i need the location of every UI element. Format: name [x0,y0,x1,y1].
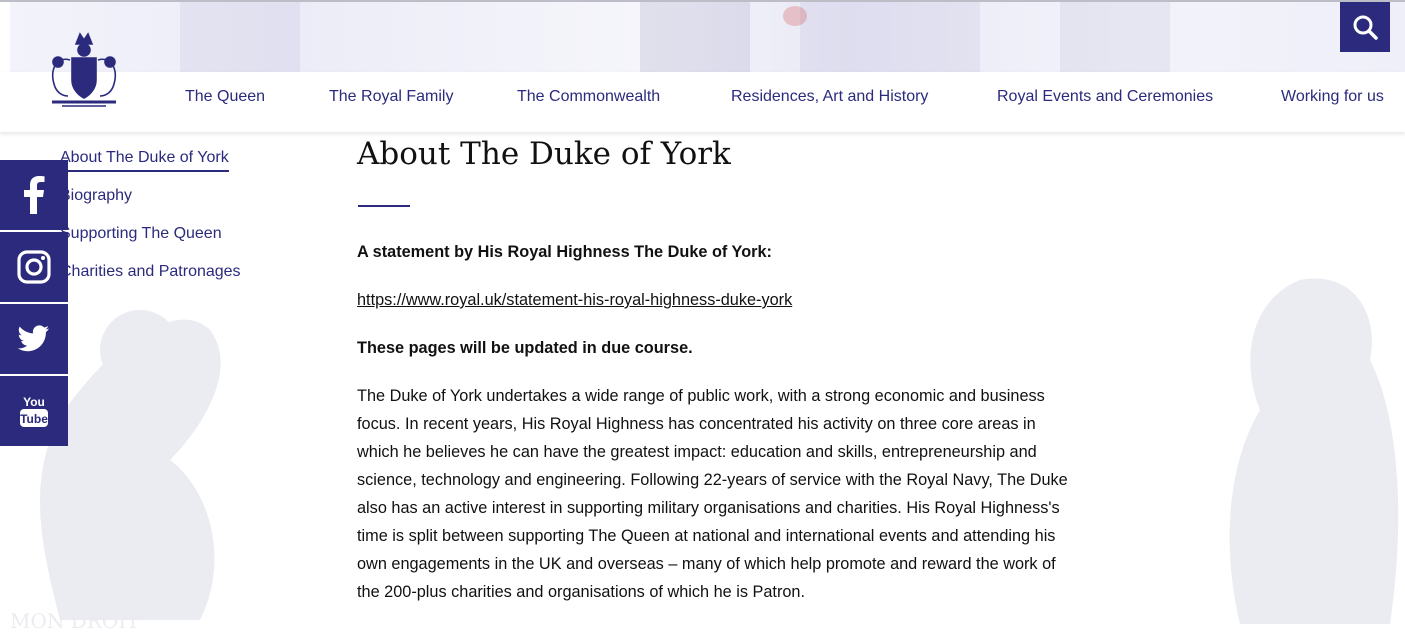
instagram-icon [17,250,51,284]
youtube-button[interactable]: You Tube [0,376,68,446]
left-motto-text: MON DROIT [10,609,140,633]
sidebar-item-biography[interactable]: Biography [60,187,132,205]
nav-working-for-us[interactable]: Working for us [1281,88,1384,106]
poppy-decoration [783,6,807,26]
hero-figure-shape [1060,2,1170,72]
nav-the-queen[interactable]: The Queen [185,88,265,106]
nav-royal-events-ceremonies[interactable]: Royal Events and Ceremonies [997,88,1213,106]
royal-crest-logo[interactable] [42,30,126,110]
nav-the-commonwealth[interactable]: The Commonwealth [517,88,660,106]
sidebar-item-supporting-the-queen[interactable]: Supporting The Queen [60,225,222,243]
youtube-icon: You Tube [20,395,48,427]
hero-figure-shape [180,2,300,72]
page-title: About The Duke of York [357,136,731,172]
facebook-icon [24,176,45,214]
twitter-button[interactable] [0,304,68,374]
background-crest-right: DIEU [1229,278,1399,629]
search-icon [1353,15,1378,40]
search-button[interactable] [1340,2,1390,52]
youtube-you-text: You [23,395,45,409]
youtube-tube-text: Tube [20,412,48,426]
nav-the-royal-family[interactable]: The Royal Family [329,88,453,106]
sidebar-item-about[interactable]: About The Duke of York [60,149,229,172]
sidebar-item-charities-patronages[interactable]: Charities and Patronages [60,263,241,281]
hero-figure-shape [800,2,980,72]
title-divider [358,205,410,207]
update-notice: These pages will be updated in due cours… [357,339,693,357]
instagram-button[interactable] [0,232,68,302]
statement-link[interactable]: https://www.royal.uk/statement-his-royal… [357,291,792,309]
hero-figure-shape [640,2,750,72]
twitter-icon [18,325,49,352]
body-paragraph: The Duke of York undertakes a wide range… [357,387,1068,601]
facebook-button[interactable] [0,160,68,230]
nav-residences-art-history[interactable]: Residences, Art and History [731,88,928,106]
statement-heading: A statement by His Royal Highness The Du… [357,243,772,261]
right-motto-text: DIEU [1330,605,1385,629]
